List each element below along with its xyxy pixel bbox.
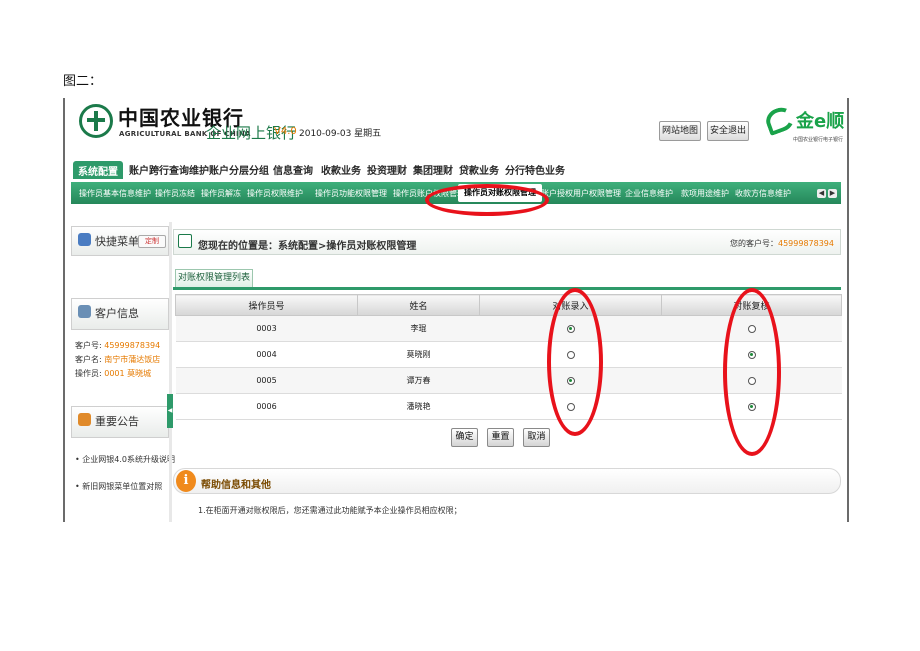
customer-no-row: 客户号: 45999878394 [75, 341, 161, 350]
location-icon [178, 234, 192, 248]
brand-swirl-icon [762, 103, 798, 137]
operator-id-cell: 0005 [175, 367, 358, 394]
nav-tab-info-query[interactable]: 信息查询 [273, 162, 313, 177]
quick-menu-icon [78, 233, 91, 246]
subnav-function-permission[interactable]: 操作员功能权限管理 [315, 188, 387, 199]
operator-row: 操作员: 0001 莫晓城 [75, 369, 152, 378]
nav-tab-collection[interactable]: 收款业务 [321, 162, 361, 177]
annotation-oval-review [723, 288, 781, 456]
frame-left-edge [63, 98, 65, 522]
operator-name-cell: 潘晓艳 [357, 393, 480, 420]
customer-name: 南宁市蒲达饭店 [104, 355, 161, 364]
scroll-left-icon[interactable]: ◀ [817, 189, 826, 198]
brand-subtitle: 中国农业银行电子银行 [793, 137, 844, 143]
tab-reconciliation-list[interactable]: 对账权限管理列表 [175, 269, 253, 287]
annotation-oval-entry [547, 288, 603, 436]
notice-icon [78, 413, 91, 426]
subnav-operator-basic[interactable]: 操作员基本信息维护 [79, 188, 151, 199]
subnav-operator-unfreeze[interactable]: 操作员解冻 [201, 188, 241, 199]
account-number: 您的客户号：45999878394 [730, 239, 834, 248]
cancel-button[interactable]: 取消 [523, 428, 550, 447]
brand-name: 金e顺 [796, 111, 845, 132]
customer-no: 45999878394 [104, 341, 161, 350]
quick-menu-panel: 快捷菜单 定制 [71, 226, 169, 256]
frame-right-edge [847, 98, 849, 522]
nav-tab-cross-bank[interactable]: 账户跨行查询维护 [129, 162, 209, 177]
operator-id-cell: 0003 [175, 315, 358, 342]
sitemap-button[interactable]: 网站地图 [659, 121, 701, 141]
nav-tab-account-groups[interactable]: 账户分层分组 [209, 162, 269, 177]
column-header-name: 姓名 [357, 294, 480, 316]
customer-info-icon [78, 305, 91, 318]
system-version: V4.0 [274, 126, 297, 137]
scroll-right-icon[interactable]: ▶ [828, 189, 837, 198]
help-title: 帮助信息和其他 [201, 480, 271, 491]
breadcrumb-text: 您现在的位置是：系统配置>操作员对账权限管理 [198, 241, 417, 252]
subnav-operator-permission[interactable]: 操作员权限维护 [247, 188, 303, 199]
operator-name-cell: 莫晓刚 [357, 341, 480, 368]
sidebar-divider [169, 222, 172, 522]
subnav-authorized-user[interactable]: 账户授权用户权限管理 [541, 188, 621, 199]
abc-logo-icon [79, 104, 113, 138]
operator-name-cell: 李琨 [357, 315, 480, 342]
nav-tab-branch-special[interactable]: 分行特色业务 [505, 162, 565, 177]
customer-info-panel: 客户信息 [71, 298, 169, 330]
reset-button[interactable]: 重置 [487, 428, 514, 447]
subnav-enterprise-info[interactable]: 企业信息维护 [625, 188, 673, 199]
notice-item[interactable]: • 新旧网银菜单位置对照 [75, 481, 162, 492]
help-bar: i 帮助信息和其他 [173, 468, 841, 494]
notice-title: 重要公告 [95, 415, 139, 428]
nav-tab-system-config[interactable]: 系统配置 [73, 161, 123, 179]
logout-button[interactable]: 安全退出 [707, 121, 749, 141]
nav-tab-investment[interactable]: 投资理财 [367, 162, 407, 177]
notice-item[interactable]: • 企业网银4.0系统升级说明 [75, 454, 175, 465]
operator-id-cell: 0004 [175, 341, 358, 368]
bank-screenshot: 中国农业银行 AGRICULTURAL BANK OF CHINA 企业网上银行… [63, 98, 849, 522]
nav-tab-loans[interactable]: 贷款业务 [459, 162, 499, 177]
info-icon: i [176, 470, 196, 492]
nav-tab-group-finance[interactable]: 集团理财 [413, 162, 453, 177]
primary-nav: 系统配置 账户跨行查询维护 账户分层分组 信息查询 收款业务 投资理财 集团理财… [71, 161, 841, 179]
customize-button[interactable]: 定制 [138, 235, 166, 248]
subnav-fund-usage[interactable]: 款项用途维护 [681, 188, 729, 199]
subnav-operator-freeze[interactable]: 操作员冻结 [155, 188, 195, 199]
subnav-payee-info[interactable]: 收款方信息维护 [735, 188, 791, 199]
column-header-operator-id: 操作员号 [175, 294, 358, 316]
breadcrumb: 您现在的位置是：系统配置>操作员对账权限管理 您的客户号：45999878394 [173, 229, 841, 255]
tab-underline [173, 287, 841, 290]
customer-name-row: 客户名: 南宁市蒲达饭店 [75, 355, 161, 364]
operator-id-cell: 0006 [175, 393, 358, 420]
customer-info-title: 客户信息 [95, 307, 139, 320]
notice-panel: 重要公告 [71, 406, 169, 438]
help-note: 1.在柜面开通对账权限后，您还需通过此功能赋予本企业操作员相应权限； [198, 506, 462, 515]
annotation-oval-subnav [425, 184, 549, 216]
operator-name-cell: 谭万春 [357, 367, 480, 394]
confirm-button[interactable]: 确定 [451, 428, 478, 447]
figure-caption: 图二： [63, 74, 103, 89]
operator-name: 0001 莫晓城 [104, 369, 152, 378]
sidebar-collapse-handle[interactable]: ◀ [167, 394, 173, 428]
system-date: 2010-09-03 星期五 [299, 129, 382, 139]
quick-menu-title: 快捷菜单 [95, 235, 139, 248]
